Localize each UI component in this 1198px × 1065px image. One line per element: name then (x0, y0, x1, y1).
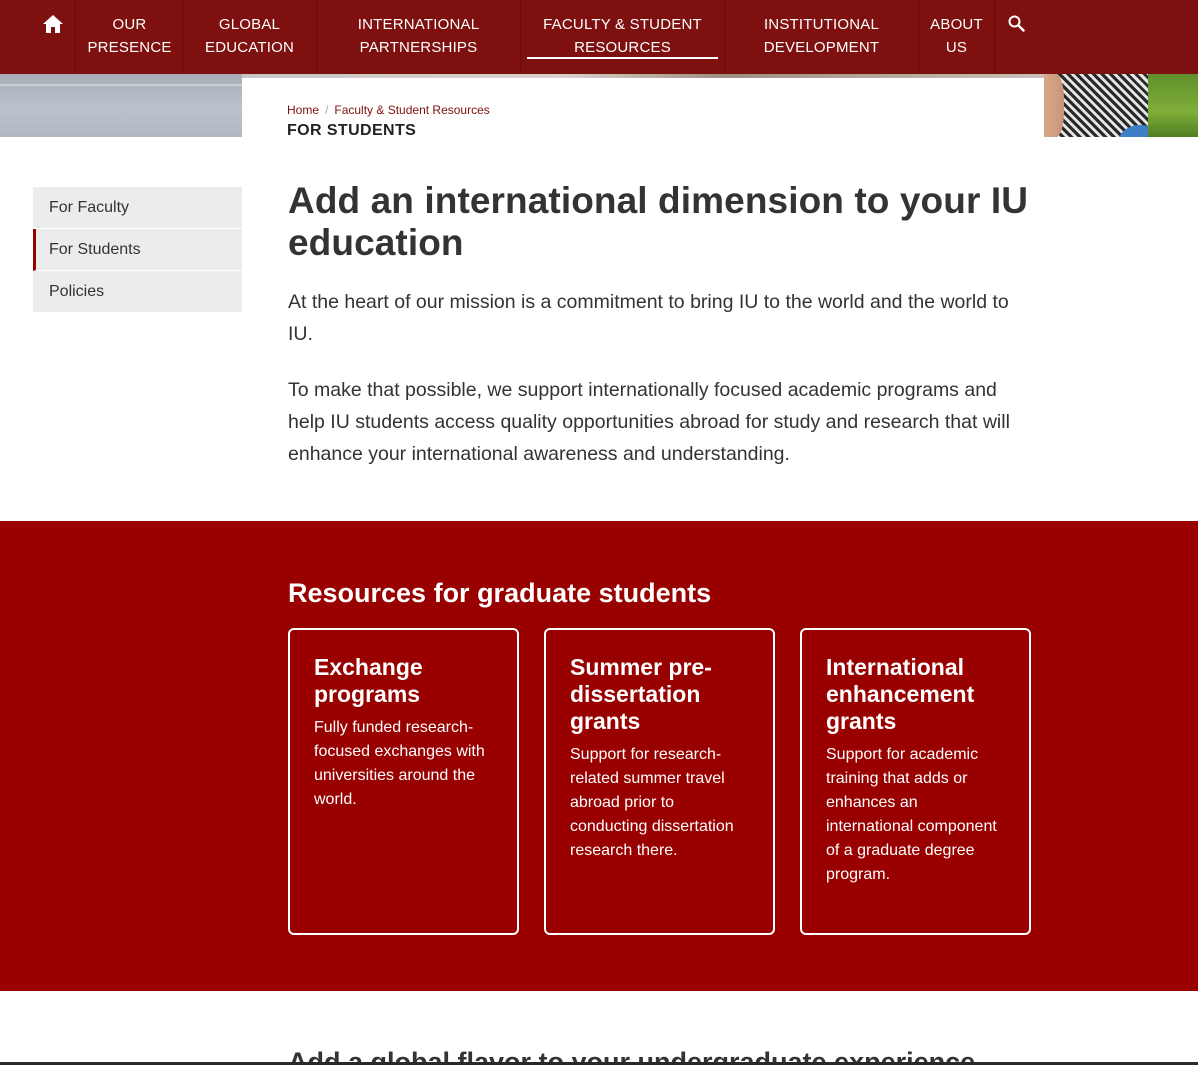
nav-label-line2: US (945, 39, 968, 56)
resource-card-description: Support for research-related summer trav… (570, 746, 734, 859)
nav-item-institutional-development[interactable]: INSTITUTIONAL DEVELOPMENT (725, 0, 919, 74)
nav-label-line2: PARTNERSHIPS (359, 39, 478, 56)
home-icon (42, 15, 63, 33)
hero-photo-grass (1148, 74, 1198, 137)
nav-label-line1: GLOBAL (218, 16, 281, 33)
nav-label-line1: FACULTY & STUDENT (543, 16, 702, 33)
resource-card-title: International enhancement grants (826, 654, 975, 734)
resource-card-description: Support for academic training that adds … (826, 746, 997, 883)
page-section-label: FOR STUDENTS (287, 122, 417, 139)
search-button[interactable] (1003, 0, 1029, 74)
breadcrumb-separator: / (325, 103, 329, 117)
nav-label-line1: ABOUT (930, 16, 983, 33)
resource-card-summer-pre-dissertation-grants[interactable]: Summer pre-dissertation grants Support f… (544, 628, 775, 935)
nav-label-line2: RESOURCES (574, 39, 671, 56)
graduate-resources-heading: Resources for graduate students (288, 578, 712, 608)
nav-item-faculty-student-resources[interactable]: FACULTY & STUDENT RESOURCES (521, 0, 725, 74)
graduate-resources-section: Resources for graduate students Exchange… (0, 521, 1198, 991)
sidenav-item-policies[interactable]: Policies (33, 271, 242, 313)
page-title: Add an international dimension to your I… (288, 180, 1029, 263)
nav-label-line1: INTERNATIONAL (357, 16, 480, 33)
nav-label-line1: INSTITUTIONAL (763, 16, 880, 33)
home-link[interactable] (30, 0, 76, 74)
hero-image-right (1044, 74, 1198, 137)
nav-item-international-partnerships[interactable]: INTERNATIONAL PARTNERSHIPS (317, 0, 521, 74)
resource-card-exchange-programs[interactable]: Exchange programs Fully funded research-… (288, 628, 519, 935)
nav-label-line2: EDUCATION (204, 39, 295, 56)
nav-label-line2: DEVELOPMENT (763, 39, 880, 56)
breadcrumb-section-link[interactable]: Faculty & Student Resources (334, 103, 489, 117)
breadcrumb-home-link[interactable]: Home (287, 103, 319, 117)
resource-card-description: Fully funded research-focused exchanges … (314, 719, 485, 808)
nav-item-global-education[interactable]: GLOBAL EDUCATION (183, 0, 317, 74)
sidenav-item-for-students[interactable]: For Students (33, 229, 242, 271)
search-icon (1008, 15, 1025, 32)
nav-label-line2: PRESENCE (87, 39, 172, 56)
nav-item-about-us[interactable]: ABOUT US (919, 0, 995, 74)
intro-paragraph-2: To make that possible, we support intern… (288, 379, 1010, 465)
active-underline (527, 57, 718, 59)
nav-item-our-presence[interactable]: OUR PRESENCE (77, 0, 183, 74)
sidenav-item-for-faculty[interactable]: For Faculty (33, 187, 242, 229)
hero-image-left (0, 74, 242, 137)
nav-label-line1: OUR (112, 16, 147, 33)
hero-photo-arm (1044, 74, 1064, 137)
resource-card-international-enhancement-grants[interactable]: International enhancement grants Support… (800, 628, 1031, 935)
resource-card-title: Summer pre-dissertation grants (570, 654, 712, 734)
main-content: Add an international dimension to your I… (288, 180, 1033, 470)
resource-card-title: Exchange programs (314, 654, 423, 707)
intro-paragraph-1: At the heart of our mission is a commitm… (288, 291, 1009, 345)
top-navigation: OUR PRESENCE GLOBAL EDUCATION INTERNATIO… (0, 0, 1198, 74)
breadcrumb: Home / Faculty & Student Resources (287, 103, 490, 117)
side-navigation: For Faculty For Students Policies (33, 187, 242, 313)
